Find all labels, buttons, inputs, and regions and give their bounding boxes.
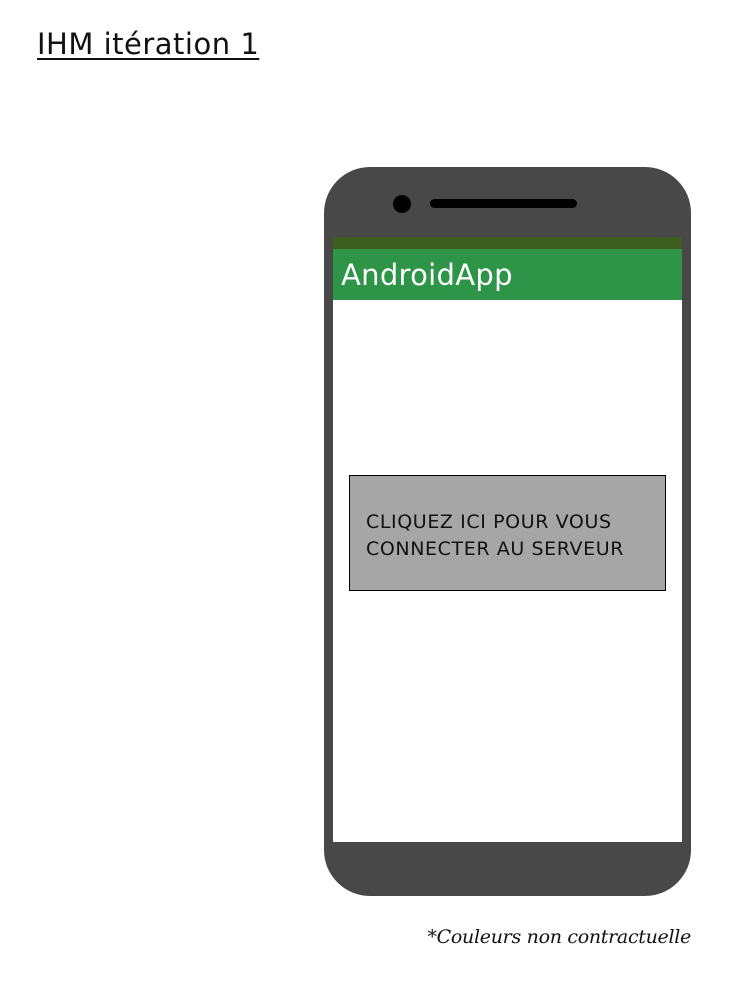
app-title: AndroidApp <box>341 258 513 292</box>
colors-disclaimer: *Couleurs non contractuelle <box>427 926 691 948</box>
phone-mockup: AndroidApp CLIQUEZ ICI POUR VOUS CONNECT… <box>324 167 691 896</box>
app-bar: AndroidApp <box>333 249 682 300</box>
camera-icon <box>393 195 411 213</box>
connect-server-button-label: CLIQUEZ ICI POUR VOUS CONNECTER AU SERVE… <box>366 511 625 560</box>
status-bar <box>333 237 682 249</box>
page-title: IHM itération 1 <box>37 27 260 61</box>
speaker-grille <box>430 199 577 208</box>
wireframe-page: IHM itération 1 AndroidApp CLIQUEZ ICI P… <box>0 0 751 983</box>
phone-screen: AndroidApp CLIQUEZ ICI POUR VOUS CONNECT… <box>333 237 682 842</box>
connect-server-button[interactable]: CLIQUEZ ICI POUR VOUS CONNECTER AU SERVE… <box>349 475 666 591</box>
